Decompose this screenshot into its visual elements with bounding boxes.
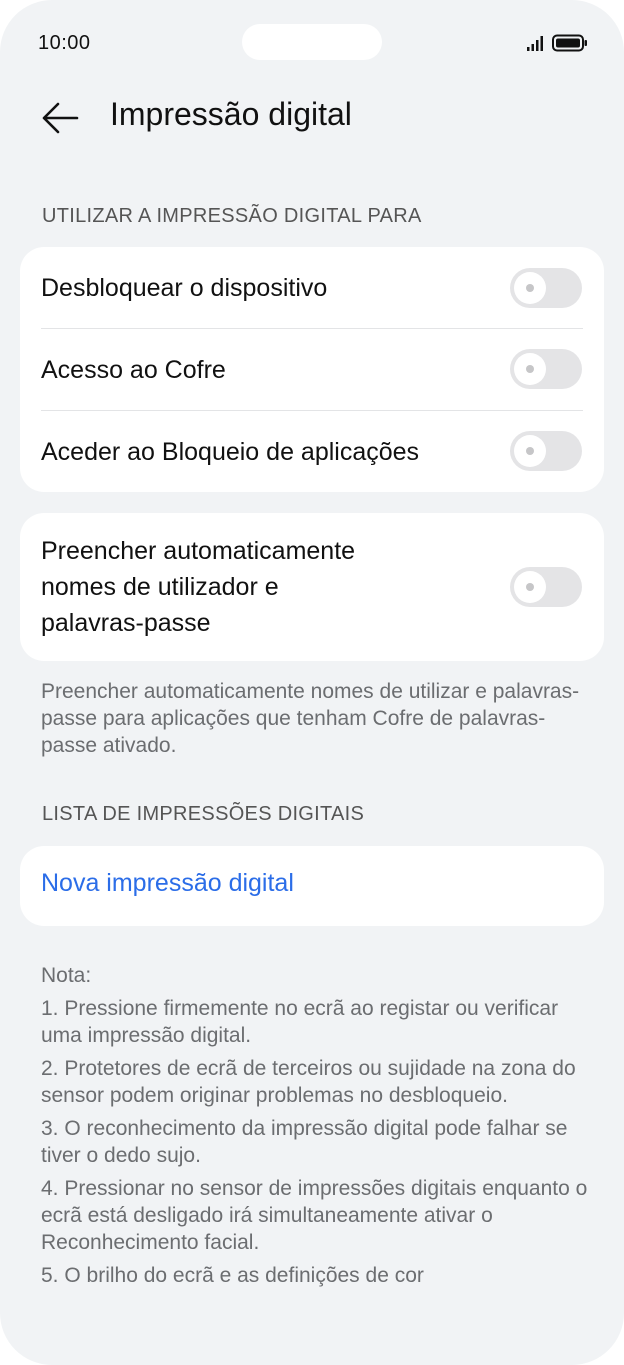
toggle-knob xyxy=(514,272,546,304)
autofill-description: Preencher automaticamente nomes de utili… xyxy=(41,680,580,757)
status-bar: 10:00 xyxy=(0,0,624,86)
note-item: 3. O reconhecimento da impressão digital… xyxy=(41,1117,568,1167)
app-lock-toggle[interactable] xyxy=(510,431,582,471)
camera-cutout xyxy=(242,24,382,60)
signal-icon xyxy=(527,36,543,51)
page-title: Impressão digital xyxy=(110,96,352,132)
row-label-app-lock: Aceder ao Bloqueio de aplicações xyxy=(41,438,420,466)
row-label-unlock-device: Desbloquear o dispositivo xyxy=(41,274,328,302)
fingerprint-usage-card: Desbloquear o dispositivo Acesso ao Cofr… xyxy=(20,247,604,492)
fingerprint-list-card: Nova impressão digital xyxy=(20,846,604,926)
new-fingerprint-button[interactable]: Nova impressão digital xyxy=(41,869,294,898)
row-app-lock[interactable]: Aceder ao Bloqueio de aplicações xyxy=(20,411,604,492)
toggle-knob xyxy=(514,571,546,603)
title-bar: Impressão digital xyxy=(0,86,624,156)
toggle-knob xyxy=(514,353,546,385)
section-label-use: UTILIZAR A IMPRESSÃO DIGITAL PARA xyxy=(42,205,422,227)
vault-access-toggle[interactable] xyxy=(510,349,582,389)
autofill-label-line-2: nomes de utilizador e xyxy=(41,573,279,601)
notes-section: Nota: 1. Pressione firmemente no ecrã ao… xyxy=(41,962,589,1295)
autofill-card[interactable]: Preencher automaticamente nomes de utili… xyxy=(20,513,604,661)
status-time: 10:00 xyxy=(38,32,91,54)
autofill-label-line-1: Preencher automaticamente xyxy=(41,537,356,565)
battery-icon xyxy=(552,34,587,52)
notes-title: Nota: xyxy=(41,964,92,987)
autofill-label-line-3: palavras-passe xyxy=(41,609,211,637)
note-item: 5. O brilho do ecrã e as definições de c… xyxy=(41,1264,424,1287)
toggle-knob xyxy=(514,435,546,467)
autofill-toggle[interactable] xyxy=(510,567,582,607)
note-item: 2. Protetores de ecrã de terceiros ou su… xyxy=(41,1057,576,1107)
note-item: 4. Pressionar no sensor de impressões di… xyxy=(41,1177,588,1254)
unlock-device-toggle[interactable] xyxy=(510,268,582,308)
row-vault-access[interactable]: Acesso ao Cofre xyxy=(20,329,604,411)
section-label-fingerprint-list: LISTA DE IMPRESSÕES DIGITAIS xyxy=(42,803,365,825)
phone-screen: 10:00 Impressão digital UTILIZAR A IMPRE… xyxy=(0,0,624,1365)
back-arrow-icon[interactable] xyxy=(40,100,80,136)
row-label-vault-access: Acesso ao Cofre xyxy=(41,356,226,384)
note-item: 1. Pressione firmemente no ecrã ao regis… xyxy=(41,997,559,1047)
row-unlock-device[interactable]: Desbloquear o dispositivo xyxy=(20,247,604,329)
